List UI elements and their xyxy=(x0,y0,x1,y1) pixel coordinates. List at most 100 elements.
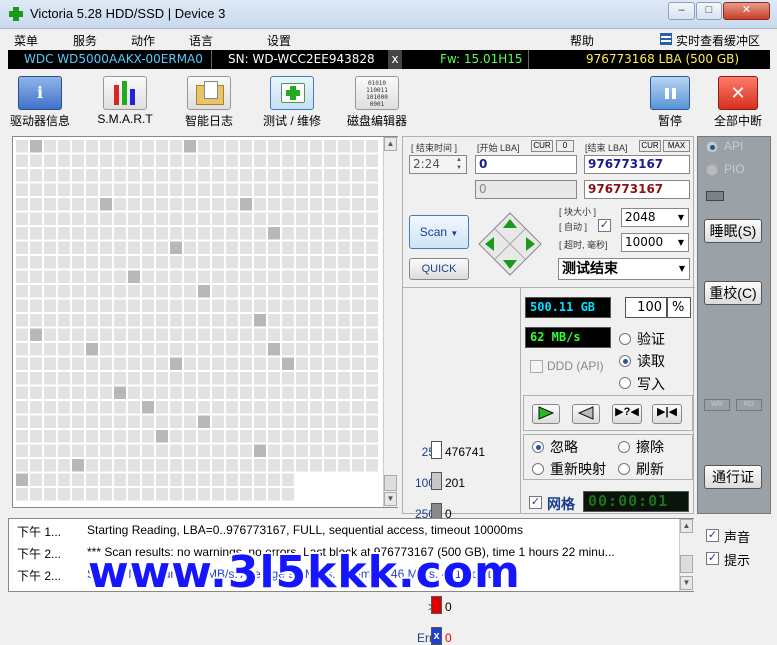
play-button[interactable] xyxy=(532,404,560,424)
menu-live-buffer[interactable]: 实时查看缓冲区 xyxy=(676,32,760,49)
scan-block xyxy=(114,401,126,414)
scan-block xyxy=(324,372,336,385)
scan-dropdown-icon: ▼ xyxy=(450,229,459,238)
sound-checkbox[interactable]: ✓ xyxy=(706,529,719,542)
refresh-radio[interactable] xyxy=(618,463,630,475)
end-lba-field[interactable]: 976773167 xyxy=(584,155,690,174)
test-status-select[interactable]: 测试结束 ▼ xyxy=(558,258,690,280)
read-radio[interactable] xyxy=(619,355,631,367)
info-divider xyxy=(211,50,212,69)
recalibrate-button[interactable]: 重校(C) xyxy=(704,281,762,305)
scan-block xyxy=(100,401,112,414)
end-time-spinner[interactable]: ▲ ▼ xyxy=(453,156,465,173)
scan-block xyxy=(296,183,308,196)
end-cur-button[interactable]: CUR xyxy=(639,140,661,152)
scan-block xyxy=(170,241,182,254)
drive-info-button[interactable]: i 驱动器信息 xyxy=(8,76,72,129)
scan-block xyxy=(254,314,266,327)
scan-block xyxy=(226,270,238,283)
scroll-up-arrow[interactable]: ▲ xyxy=(680,519,693,533)
scan-block xyxy=(156,256,168,269)
scan-block xyxy=(366,212,378,225)
scroll-down-arrow[interactable]: ▼ xyxy=(680,576,693,590)
scan-block xyxy=(156,169,168,182)
menu-service[interactable]: 服务 xyxy=(73,32,97,49)
menu-language[interactable]: 语言 xyxy=(189,32,213,49)
end-lba-label: [结束 LBA] xyxy=(585,143,628,153)
log-scrollbar[interactable]: ▲ ▼ xyxy=(679,519,694,591)
scan-block xyxy=(30,430,42,443)
grid-scrollbar[interactable]: ▲ ▼ xyxy=(383,137,398,507)
scan-block xyxy=(142,285,154,298)
scan-block xyxy=(366,270,378,283)
pio-radio[interactable] xyxy=(706,164,718,176)
log-row[interactable]: 下午 1... Starting Reading, LBA=0..97677316… xyxy=(9,519,679,541)
scroll-thumb[interactable] xyxy=(384,475,397,491)
play-icon xyxy=(538,406,555,420)
minimize-button[interactable]: – xyxy=(668,2,695,20)
scan-block xyxy=(310,343,322,356)
sleep-button[interactable]: 睡眠(S) xyxy=(704,219,762,243)
ignore-radio[interactable] xyxy=(532,441,544,453)
rewind-button[interactable] xyxy=(572,404,600,424)
scan-block xyxy=(296,459,308,472)
menu-action[interactable]: 动作 xyxy=(131,32,155,49)
block-size-select[interactable]: 2048 ▼ xyxy=(621,208,689,227)
ddd-checkbox[interactable] xyxy=(530,360,543,373)
verify-radio[interactable] xyxy=(619,333,631,345)
scan-block xyxy=(128,227,140,240)
end-max-button[interactable]: MAX xyxy=(663,140,690,152)
direction-pad[interactable] xyxy=(477,211,543,277)
menu-help[interactable]: 帮助 xyxy=(570,32,594,49)
scan-block xyxy=(86,357,98,370)
first-aid-icon xyxy=(270,76,314,110)
scan-block xyxy=(156,212,168,225)
start-cur-button[interactable]: CUR xyxy=(531,140,553,152)
scan-block xyxy=(16,343,28,356)
scroll-down-arrow[interactable]: ▼ xyxy=(384,492,397,506)
smart-log-button[interactable]: 智能日志 xyxy=(177,76,241,129)
serial-copy-button[interactable]: x xyxy=(388,50,402,69)
maximize-button[interactable]: □ xyxy=(696,2,722,20)
scan-block xyxy=(366,183,378,196)
scan-block xyxy=(30,212,42,225)
scan-block xyxy=(352,227,364,240)
scan-block xyxy=(282,285,294,298)
scan-block xyxy=(324,357,336,370)
write-radio[interactable] xyxy=(619,377,631,389)
scan-block xyxy=(30,285,42,298)
scan-block xyxy=(226,343,238,356)
auto-checkbox[interactable]: ✓ xyxy=(598,219,611,232)
abort-all-button[interactable]: ✕ 全部中断 xyxy=(710,76,766,129)
info-divider xyxy=(528,50,529,69)
timeout-select[interactable]: 10000 ▼ xyxy=(621,233,689,252)
random-button[interactable]: ▶?◀ xyxy=(612,404,642,424)
butterfly-button[interactable]: ▶|◀ xyxy=(652,404,682,424)
quick-button[interactable]: QUICK xyxy=(409,258,469,280)
menu-main[interactable]: 菜单 xyxy=(14,32,38,49)
scan-block xyxy=(16,270,28,283)
pause-button[interactable]: 暂停 xyxy=(646,76,694,129)
erase-radio[interactable] xyxy=(618,441,630,453)
smart-button[interactable]: S.M.A.R.T xyxy=(93,76,157,126)
hints-checkbox[interactable]: ✓ xyxy=(706,552,719,565)
scroll-up-arrow[interactable]: ▲ xyxy=(384,137,397,151)
test-repair-button[interactable]: 测试 / 维修 xyxy=(258,76,326,129)
scan-block xyxy=(198,256,210,269)
scan-block xyxy=(184,328,196,341)
app-cross-icon xyxy=(9,7,23,21)
api-radio[interactable] xyxy=(706,141,718,153)
scan-button[interactable]: Scan ▼ xyxy=(409,215,469,249)
remap-radio[interactable] xyxy=(532,463,544,475)
close-button[interactable]: ✕ xyxy=(723,2,770,20)
menu-settings[interactable]: 设置 xyxy=(267,32,291,49)
start-lba-field[interactable]: 0 xyxy=(475,155,577,174)
scroll-thumb[interactable] xyxy=(680,555,693,573)
passport-button[interactable]: 通行证 xyxy=(704,465,762,489)
scan-block xyxy=(44,314,56,327)
grid-checkbox[interactable]: ✓ xyxy=(529,496,542,509)
scan-block xyxy=(58,386,70,399)
disk-editor-button[interactable]: 01010 110011 101000 0001 磁盘编辑器 xyxy=(343,76,411,129)
scan-block xyxy=(198,444,210,457)
start-zero-button[interactable]: 0 xyxy=(556,140,574,152)
